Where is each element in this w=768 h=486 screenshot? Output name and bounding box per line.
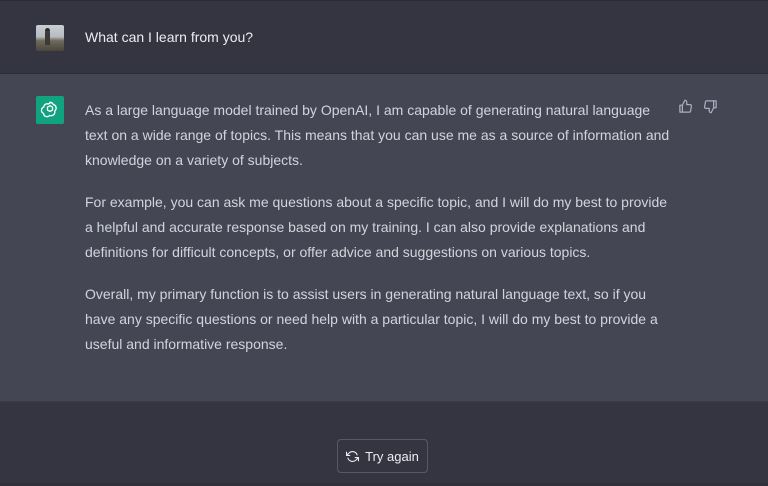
user-message-row: What can I learn from you? <box>0 1 768 74</box>
bottom-actions: Try again <box>0 402 768 486</box>
user-avatar <box>36 25 64 51</box>
response-paragraph: As a large language model trained by Ope… <box>85 102 670 168</box>
thumbs-up-icon[interactable] <box>677 98 693 114</box>
assistant-response: As a large language model trained by Ope… <box>85 98 675 374</box>
chat-page: What can I learn from you? As a large la… <box>0 0 768 486</box>
thumbs-down-icon[interactable] <box>702 98 718 114</box>
refresh-icon <box>346 450 360 463</box>
openai-logo-icon <box>36 96 64 124</box>
response-paragraph: Overall, my primary function is to assis… <box>85 286 658 352</box>
try-again-button[interactable]: Try again <box>337 439 428 473</box>
try-again-label: Try again <box>365 448 419 464</box>
response-paragraph: For example, you can ask me questions ab… <box>85 194 668 260</box>
assistant-message-row: As a large language model trained by Ope… <box>0 74 768 402</box>
user-message-text: What can I learn from you? <box>85 29 254 45</box>
